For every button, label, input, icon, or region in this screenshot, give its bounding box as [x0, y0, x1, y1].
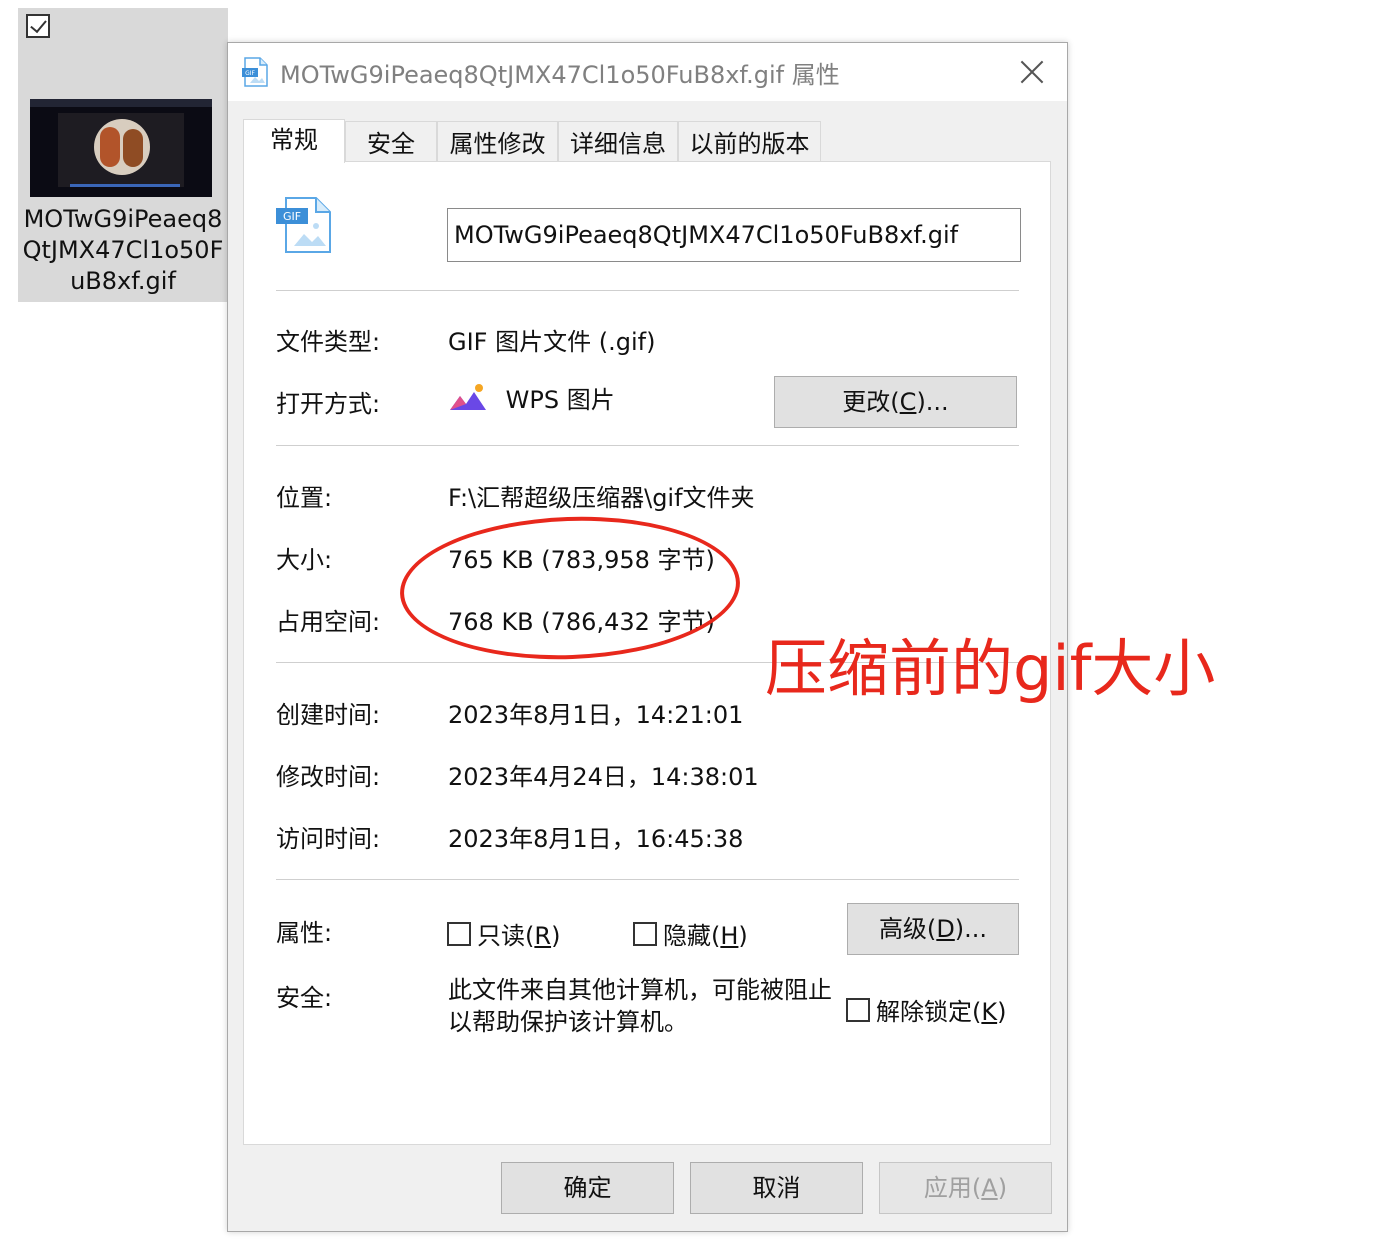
size-label: 大小: — [276, 546, 333, 574]
change-button-label: 更改( — [842, 388, 900, 416]
hidden-checkbox[interactable] — [633, 921, 657, 946]
separator — [276, 445, 1019, 446]
readonly-checkbox-row[interactable]: 只读(R) — [447, 916, 560, 951]
ok-button[interactable]: 确定 — [501, 1162, 674, 1214]
hidden-checkbox-row[interactable]: 隐藏(H) — [633, 916, 748, 951]
svg-text:GIF: GIF — [245, 70, 255, 77]
hidden-key: H — [720, 922, 739, 950]
hidden-suffix: ) — [738, 922, 748, 950]
readonly-label: 只读( — [477, 922, 535, 950]
desktop-file-tile[interactable]: MOTwG9iPeaeq8QtJMX47Cl1o50FuB8xf.gif — [18, 8, 228, 302]
file-type-label: 文件类型: — [276, 328, 381, 356]
advanced-label: 高级( — [878, 915, 937, 943]
open-with-label: 打开方式: — [276, 390, 381, 418]
modified-value: 2023年4月24日，14:38:01 — [448, 763, 759, 791]
change-button-key: C — [899, 388, 917, 416]
dialog-title: MOTwG9iPeaeq8QtJMX47Cl1o50FuB8xf.gif 属性 — [280, 61, 840, 89]
security-message: 此文件来自其他计算机，可能被阻止以帮助保护该计算机。 — [448, 976, 832, 1036]
file-name-field[interactable] — [447, 208, 1021, 262]
close-button[interactable] — [1015, 55, 1049, 89]
advanced-key: D — [936, 915, 955, 943]
tab-security[interactable]: 安全 — [345, 121, 437, 161]
location-value: F:\汇帮超级压缩器\gif文件夹 — [448, 484, 755, 512]
apply-button[interactable]: 应用(A) — [879, 1162, 1052, 1214]
size-on-disk-value: 768 KB (786,432 字节) — [448, 608, 715, 636]
change-button[interactable]: 更改(C)... — [774, 376, 1017, 428]
readonly-suffix: ) — [551, 922, 561, 950]
apply-key: A — [981, 1174, 998, 1202]
open-with-value: WPS 图片 — [448, 380, 615, 415]
readonly-key: R — [534, 922, 552, 950]
advanced-suffix: )... — [954, 915, 988, 943]
location-label: 位置: — [276, 484, 333, 512]
title-bar[interactable]: GIF MOTwG9iPeaeq8QtJMX47Cl1o50FuB8xf.gif… — [228, 43, 1067, 101]
gif-file-icon: GIF — [276, 197, 331, 253]
unblock-checkbox-row[interactable]: 解除锁定(K) — [846, 992, 1007, 1027]
readonly-checkbox[interactable] — [447, 921, 471, 946]
unblock-checkbox[interactable] — [846, 997, 870, 1022]
unblock-key: K — [981, 998, 998, 1026]
size-value: 765 KB (783,958 字节) — [448, 546, 715, 574]
created-label: 创建时间: — [276, 701, 381, 729]
advanced-button[interactable]: 高级(D)... — [847, 903, 1019, 955]
attributes-label: 属性: — [276, 919, 333, 947]
svg-text:GIF: GIF — [283, 210, 301, 223]
security-label: 安全: — [276, 984, 333, 1012]
file-type-value: GIF 图片文件 (.gif) — [448, 328, 656, 356]
gif-file-icon: GIF — [242, 57, 268, 87]
size-on-disk-label: 占用空间: — [276, 608, 381, 636]
selection-checkbox[interactable] — [26, 14, 50, 38]
tab-previous-versions[interactable]: 以前的版本 — [678, 121, 821, 161]
tile-file-name: MOTwG9iPeaeq8QtJMX47Cl1o50FuB8xf.gif — [22, 205, 224, 295]
annotation-text: 压缩前的gif大小 — [765, 632, 1216, 705]
tab-details[interactable]: 详细信息 — [558, 121, 678, 161]
apply-suffix: ) — [997, 1174, 1008, 1202]
unblock-label: 解除锁定( — [876, 998, 982, 1026]
hidden-label: 隐藏( — [663, 922, 721, 950]
separator — [276, 290, 1019, 291]
accessed-label: 访问时间: — [276, 825, 381, 853]
accessed-value: 2023年8月1日，16:45:38 — [448, 825, 744, 853]
created-value: 2023年8月1日，14:21:01 — [448, 701, 744, 729]
separator — [276, 879, 1019, 880]
modified-label: 修改时间: — [276, 763, 381, 791]
change-button-suffix: )... — [916, 388, 949, 416]
apply-label: 应用( — [923, 1174, 982, 1202]
tab-attribute-edit[interactable]: 属性修改 — [437, 121, 558, 161]
cancel-button[interactable]: 取消 — [690, 1162, 863, 1214]
file-thumbnail — [30, 99, 212, 197]
wps-picture-icon — [450, 383, 486, 410]
open-with-app-name: WPS 图片 — [505, 386, 615, 414]
unblock-suffix: ) — [997, 998, 1007, 1026]
tab-general[interactable]: 常规 — [243, 119, 345, 163]
